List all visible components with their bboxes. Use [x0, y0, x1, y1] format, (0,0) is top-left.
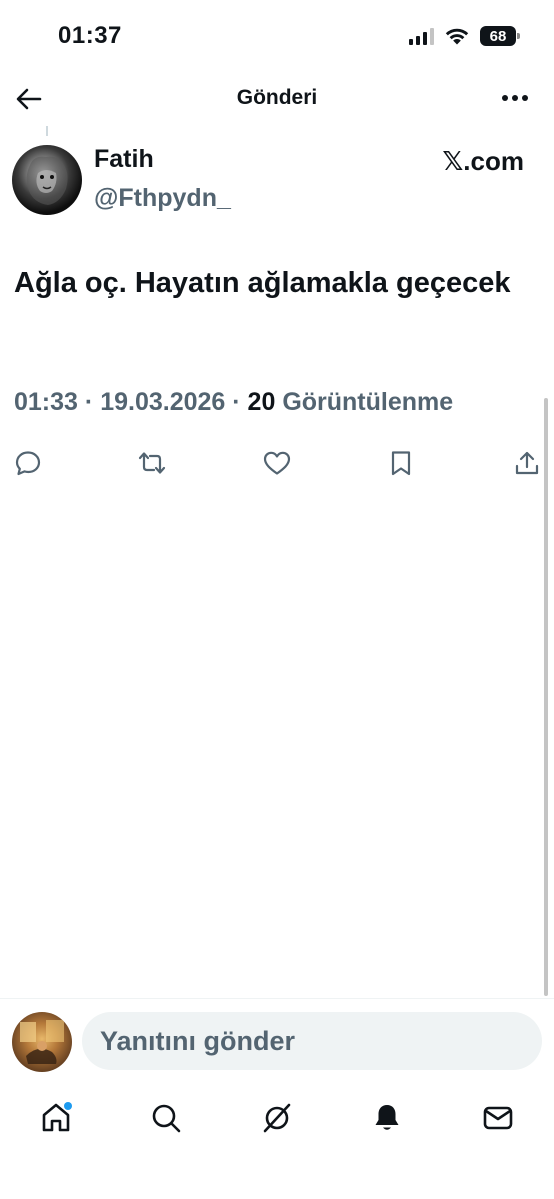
cellular-signal-icon	[409, 27, 434, 45]
post-meta: 01:33 · 19.03.2026 · 20 Görüntülenme	[14, 388, 453, 417]
post-date: 19.03.2026	[100, 388, 226, 416]
reply-button[interactable]	[13, 448, 43, 478]
post-text: Ağla oç. Hayatın ağlamakla geçecek	[14, 267, 511, 299]
more-options-button[interactable]	[500, 86, 530, 110]
share-icon	[515, 451, 539, 475]
status-time: 01:37	[58, 22, 122, 49]
meta-separator: ·	[84, 388, 101, 416]
views-count[interactable]: 20	[248, 388, 276, 416]
user-photo-image	[20, 1020, 64, 1064]
thread-line	[46, 126, 48, 136]
author-avatar[interactable]	[12, 145, 82, 215]
repost-button[interactable]	[137, 448, 167, 478]
tab-notifications[interactable]	[367, 1098, 407, 1138]
reply-divider	[0, 998, 554, 999]
post-actions	[0, 448, 554, 478]
battery-indicator: 68	[480, 26, 520, 46]
page-title: Gönderi	[236, 86, 318, 109]
like-icon	[263, 451, 291, 475]
bottom-tab-bar	[0, 1090, 554, 1146]
bookmark-icon	[391, 451, 411, 476]
repost-icon	[138, 452, 166, 474]
views-label[interactable]: Görüntülenme	[282, 388, 453, 416]
bookmark-button[interactable]	[386, 448, 416, 478]
grok-icon	[263, 1103, 291, 1133]
tab-home[interactable]	[36, 1098, 76, 1138]
top-navigation-bar: Gönderi	[0, 74, 554, 122]
scrollbar[interactable]	[544, 398, 548, 996]
post-time: 01:33	[14, 388, 78, 416]
tab-search[interactable]	[146, 1098, 186, 1138]
home-notification-dot	[64, 1102, 72, 1110]
search-icon	[152, 1104, 181, 1133]
lion-avatar-image	[26, 156, 68, 205]
author-handle[interactable]: @Fthpydn_	[94, 184, 231, 213]
wifi-icon	[445, 28, 469, 45]
status-bar: 01:37 68	[0, 0, 554, 74]
reply-input[interactable]: Yanıtını gönder	[82, 1012, 542, 1070]
current-user-avatar[interactable]	[12, 1012, 72, 1072]
notifications-icon	[375, 1105, 399, 1130]
author-display-name[interactable]: Fatih	[94, 145, 154, 174]
x-com-label: 𝕏.com	[442, 146, 524, 176]
more-dots-icon	[502, 95, 528, 101]
like-button[interactable]	[262, 448, 292, 478]
meta-separator: ·	[232, 388, 248, 416]
tab-grok[interactable]	[257, 1098, 297, 1138]
reply-icon	[15, 451, 41, 476]
tab-messages[interactable]	[478, 1098, 518, 1138]
share-button[interactable]	[512, 448, 542, 478]
status-indicators: 68	[409, 26, 520, 46]
messages-icon	[483, 1106, 513, 1130]
